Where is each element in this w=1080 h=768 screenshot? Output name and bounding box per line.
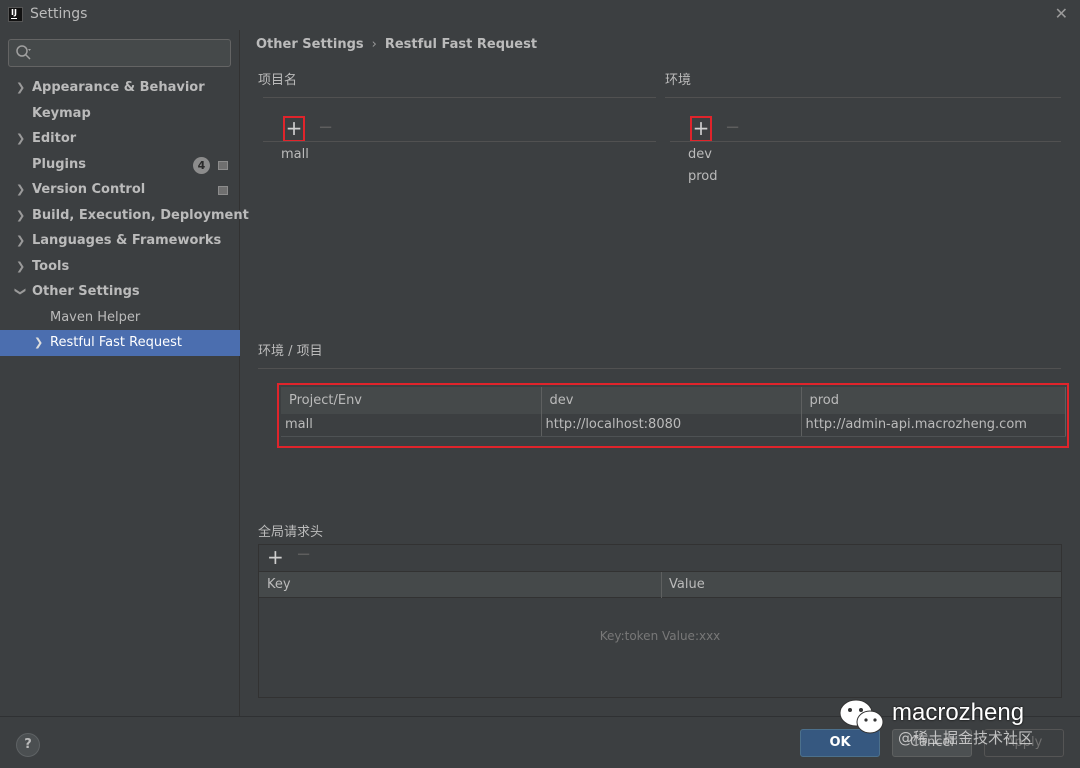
list-item-env[interactable]: dev xyxy=(688,147,712,162)
sidebar-item-restful-fast-request[interactable]: ❯ Restful Fast Request xyxy=(0,330,240,356)
sidebar-item-languages-frameworks[interactable]: ❯ Languages & Frameworks xyxy=(0,228,240,254)
add-env-button[interactable]: + xyxy=(690,116,712,142)
sidebar-item-label: Languages & Frameworks xyxy=(32,233,222,248)
column-header-prod[interactable]: prod xyxy=(801,387,1066,414)
sidebar-item-label: Maven Helper xyxy=(50,309,141,325)
envs-list-divider xyxy=(670,141,1061,142)
table-cell[interactable]: http://localhost:8080 xyxy=(541,414,802,437)
help-icon[interactable]: ? xyxy=(16,733,40,757)
env-project-table: Project/Env dev prod mall http://localho… xyxy=(281,387,1066,437)
projects-section-label: 项目名 xyxy=(258,73,298,88)
column-header-key[interactable]: Key xyxy=(267,577,291,592)
apply-button[interactable]: Apply xyxy=(984,729,1064,757)
chevron-right-icon[interactable]: ❯ xyxy=(34,330,43,355)
chevron-right-icon[interactable]: ❯ xyxy=(16,177,25,202)
envs-divider xyxy=(665,97,1061,98)
list-item-env[interactable]: prod xyxy=(688,169,718,184)
breadcrumb: Other Settings › Restful Fast Request xyxy=(256,37,537,52)
add-project-button[interactable]: + xyxy=(283,116,305,142)
sidebar-item-tools[interactable]: ❯ Tools xyxy=(0,254,240,280)
settings-search-input[interactable] xyxy=(35,43,225,63)
chevron-right-icon[interactable]: ❯ xyxy=(16,126,25,151)
settings-sidebar: ❯ Appearance & Behavior Keymap ❯ Editor … xyxy=(0,30,249,716)
table-row[interactable]: mall http://localhost:8080 http://admin-… xyxy=(281,414,1066,437)
plugins-update-badge: 4 xyxy=(193,156,210,174)
projects-list-divider xyxy=(263,141,656,142)
remove-env-button[interactable]: − xyxy=(725,117,740,138)
global-headers-panel: + − Key Value Key:token Value:xxx xyxy=(258,544,1062,698)
table-header-row: Project/Env dev prod xyxy=(281,387,1066,414)
ok-button[interactable]: OK xyxy=(800,729,880,757)
intellij-app-icon: IJ xyxy=(8,7,23,22)
chevron-right-icon[interactable]: ❯ xyxy=(16,203,25,228)
search-icon xyxy=(16,45,31,60)
add-header-button[interactable]: + xyxy=(267,545,284,569)
dialog-footer: ? OK Cancel Apply xyxy=(0,716,1080,768)
sidebar-item-version-control[interactable]: ❯ Version Control xyxy=(0,177,240,203)
sidebar-item-label: Build, Execution, Deployment xyxy=(32,207,249,223)
window-title: Settings xyxy=(30,6,88,22)
column-header-project-env[interactable]: Project/Env xyxy=(281,387,542,414)
sidebar-item-other-settings[interactable]: ❯ Other Settings xyxy=(0,279,240,305)
chevron-right-icon[interactable]: ❯ xyxy=(16,254,25,279)
project-scope-icon xyxy=(218,186,228,195)
sidebar-item-label: Plugins xyxy=(32,156,86,172)
sidebar-item-editor[interactable]: ❯ Editor xyxy=(0,126,240,152)
breadcrumb-parent[interactable]: Other Settings xyxy=(256,37,364,52)
sidebar-item-plugins[interactable]: Plugins 4 xyxy=(0,152,240,178)
table-cell[interactable]: http://admin-api.macrozheng.com xyxy=(801,414,1066,437)
settings-tree: ❯ Appearance & Behavior Keymap ❯ Editor … xyxy=(0,75,249,356)
cancel-button[interactable]: Cancel xyxy=(892,729,972,757)
sidebar-item-appearance-behavior[interactable]: ❯ Appearance & Behavior xyxy=(0,75,240,101)
env-project-section-label: 环境 / 项目 xyxy=(258,344,323,359)
env-project-table-frame: Project/Env dev prod mall http://localho… xyxy=(277,383,1069,448)
sidebar-item-label: Keymap xyxy=(32,105,91,121)
sidebar-item-label: Restful Fast Request xyxy=(50,335,182,350)
remove-header-button[interactable]: − xyxy=(296,544,311,565)
column-divider[interactable] xyxy=(661,572,662,598)
envs-section-label: 环境 xyxy=(665,73,692,88)
global-headers-section-label: 全局请求头 xyxy=(258,525,324,540)
chevron-right-icon[interactable]: ❯ xyxy=(16,228,25,253)
projects-divider xyxy=(263,97,656,98)
breadcrumb-separator: › xyxy=(371,37,377,52)
sidebar-item-build-execution-deployment[interactable]: ❯ Build, Execution, Deployment xyxy=(0,203,249,229)
sidebar-item-label: Appearance & Behavior xyxy=(32,80,205,95)
remove-project-button[interactable]: − xyxy=(318,117,333,138)
list-item-project[interactable]: mall xyxy=(281,147,309,162)
env-project-divider xyxy=(258,368,1061,369)
column-header-value[interactable]: Value xyxy=(669,577,705,592)
settings-content: Other Settings › Restful Fast Request 项目名 … xyxy=(241,30,1080,716)
column-header-dev[interactable]: dev xyxy=(541,387,802,414)
chevron-right-icon[interactable]: ❯ xyxy=(16,75,25,100)
sidebar-item-maven-helper[interactable]: Maven Helper xyxy=(0,305,240,331)
global-headers-toolbar: + − xyxy=(259,544,1061,571)
sidebar-item-label: Version Control xyxy=(32,182,146,197)
breadcrumb-current: Restful Fast Request xyxy=(384,37,538,52)
sidebar-item-label: Editor xyxy=(32,131,77,146)
global-headers-table-header: Key Value xyxy=(259,571,1061,598)
settings-search-box[interactable] xyxy=(8,39,231,67)
project-scope-icon xyxy=(218,160,228,170)
sidebar-item-keymap[interactable]: Keymap xyxy=(0,101,240,127)
chevron-down-icon[interactable]: ❯ xyxy=(8,287,33,296)
close-icon[interactable]: ✕ xyxy=(1055,4,1068,23)
sidebar-item-label: Tools xyxy=(32,258,70,274)
title-bar: IJ Settings ✕ xyxy=(0,0,1080,30)
table-cell[interactable]: mall xyxy=(281,414,542,437)
global-headers-empty-hint: Key:token Value:xxx xyxy=(599,629,721,643)
sidebar-item-label: Other Settings xyxy=(32,284,140,299)
